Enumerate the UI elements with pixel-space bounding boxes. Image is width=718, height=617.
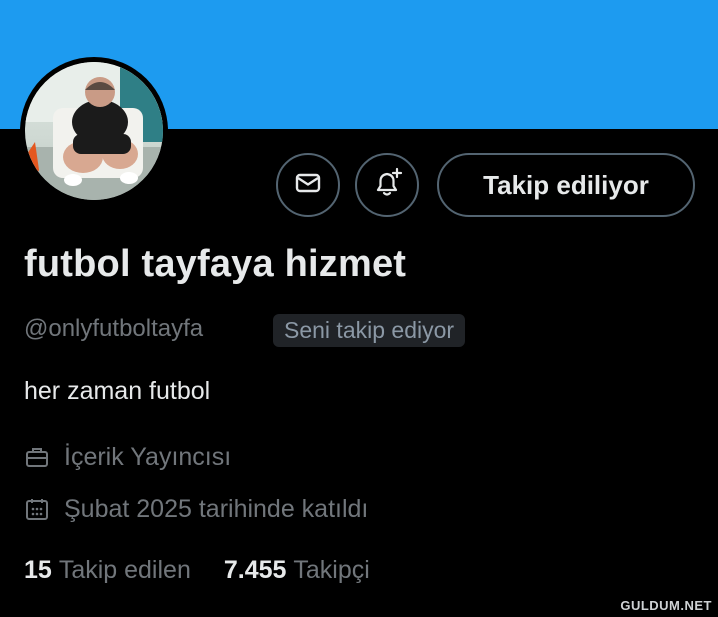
category-label: İçerik Yayıncısı [64,442,232,471]
following-label[interactable]: Takip edilen [59,556,191,585]
followers-label[interactable]: Takipçi [293,556,369,585]
bio: her zaman futbol [24,377,211,405]
following-button[interactable]: Takip ediliyor [437,153,695,217]
bell-plus-icon [370,166,404,205]
display-name: futbol tayfaya hizmet [24,243,407,285]
briefcase-icon [24,443,52,471]
watermark: GULDUM.NET [620,598,712,613]
avatar[interactable] [20,57,168,205]
handle: @onlyfutboltayfa [24,315,204,342]
message-button[interactable] [276,153,340,217]
join-date: Şubat 2025 tarihinde katıldı [24,492,368,526]
envelope-icon [294,169,322,202]
profile-stats: 15 Takip edilen 7.455 Takipçi [24,556,370,585]
calendar-icon [24,495,52,523]
notifications-button[interactable] [355,153,419,217]
following-count[interactable]: 15 [24,556,52,585]
avatar-photo [25,62,163,200]
follows-you-badge: Seni takip ediyor [273,314,466,347]
followers-count[interactable]: 7.455 [224,556,287,585]
profile-category: İçerik Yayıncısı [24,440,231,474]
join-date-label: Şubat 2025 tarihinde katıldı [64,494,369,523]
